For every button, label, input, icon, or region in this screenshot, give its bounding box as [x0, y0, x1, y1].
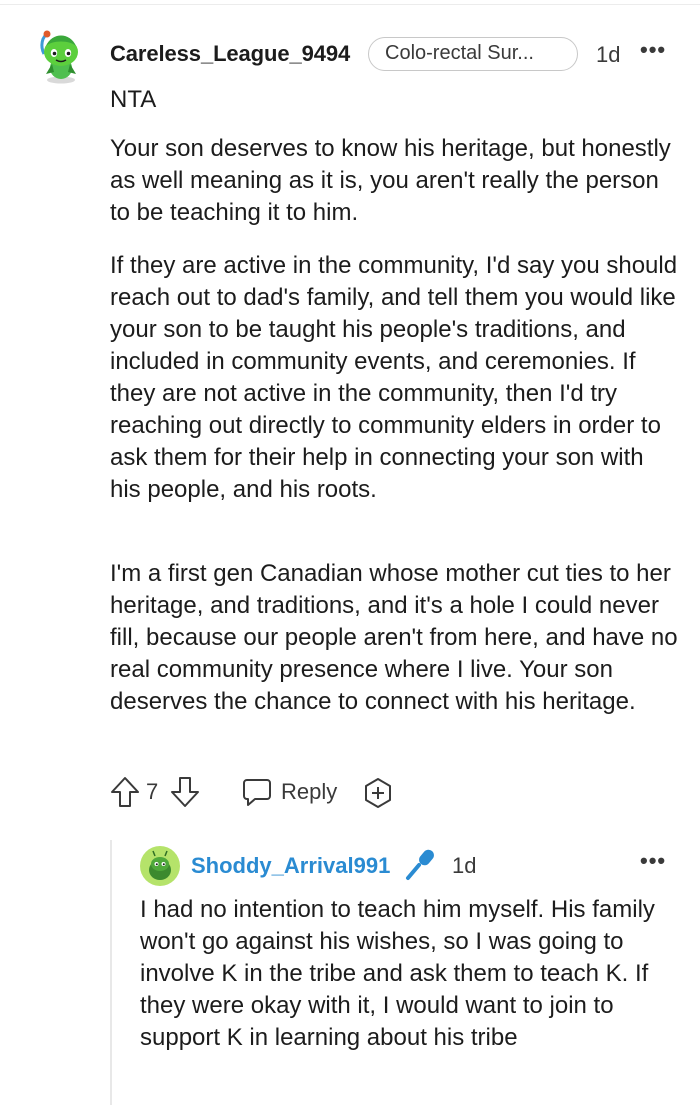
reply-button[interactable]: Reply [281, 779, 337, 805]
microphone-op-icon [406, 849, 434, 880]
downvote-arrow-icon[interactable] [170, 776, 200, 808]
reply-username[interactable]: Shoddy_Arrival991 [191, 853, 390, 879]
vote-count: 7 [146, 779, 159, 804]
comment-username[interactable]: Careless_League_9494 [110, 41, 350, 67]
comment-paragraph: NTA [110, 86, 157, 113]
reply-avatar-icon[interactable] [140, 846, 180, 886]
reply-more-options-icon[interactable]: ••• [640, 848, 666, 874]
comment-paragraph: Your son deserves to know his heritage, … [110, 135, 671, 226]
reply-bubble-icon[interactable] [241, 776, 273, 808]
reply-timestamp: 1d [452, 853, 477, 878]
reply-body: I had no intention to teach him myself. … [140, 896, 655, 1051]
thread-line[interactable] [110, 840, 112, 1105]
more-options-icon[interactable]: ••• [640, 37, 666, 63]
comment-paragraph: If they are active in the community, I'd… [110, 252, 678, 503]
user-flair: Colo-rectal Sur... [368, 37, 578, 71]
top-divider [0, 4, 700, 5]
user-avatar-icon[interactable] [34, 26, 88, 84]
award-add-icon[interactable] [362, 777, 394, 809]
upvote-arrow-icon[interactable] [110, 776, 140, 808]
comment-timestamp: 1d [596, 42, 621, 67]
comment-paragraph: I'm a first gen Canadian whose mother cu… [110, 560, 678, 715]
